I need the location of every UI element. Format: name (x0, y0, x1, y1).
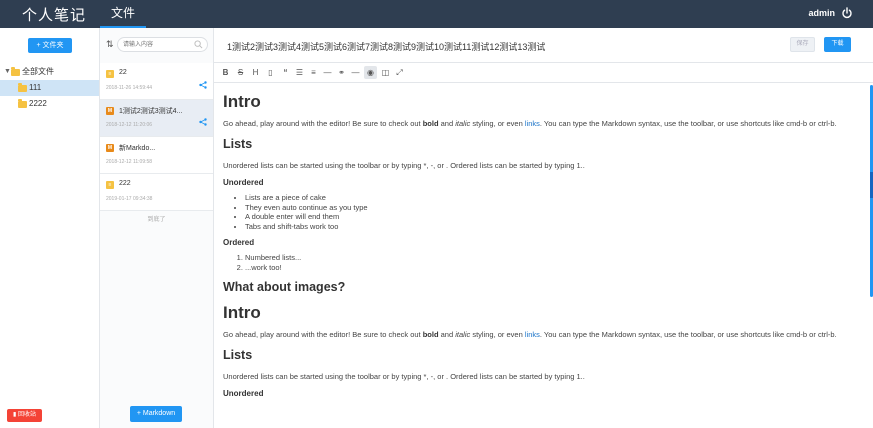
search-icon[interactable] (194, 40, 203, 49)
strikethrough-icon[interactable]: S (234, 66, 247, 79)
side-by-side-icon[interactable]: ◫ (379, 66, 392, 79)
fullscreen-icon[interactable]: ⤢ (393, 66, 406, 79)
markdown-preview[interactable]: Intro Go ahead, play around with the edi… (214, 84, 873, 428)
note-type-icon: ≡ (106, 70, 114, 78)
app-title: 个人笔记 (22, 7, 87, 24)
link-icon[interactable]: ⚭ (335, 66, 348, 79)
note-type-icon: ≡ (106, 181, 114, 189)
list-item: A double enter will end them (245, 212, 863, 222)
note-title-field[interactable]: 1测试2测试3测试4测试5测试6测试7测试8测试9测试10测试11测试12测试1… (227, 40, 545, 53)
caret-down-icon[interactable]: ▼ (4, 64, 11, 80)
unordered-list: Lists are a piece of cake They even auto… (245, 193, 863, 231)
note-title: 1测试2测试3测试4... (119, 108, 183, 115)
markdown-toolbar: B S H ▯ “ ☰ ≡ — ⚭ ― ◉ ◫ ⤢ (214, 63, 873, 83)
quote-icon[interactable]: “ (279, 66, 292, 79)
share-icon[interactable] (199, 118, 207, 126)
heading-lists: Lists (223, 348, 253, 362)
heading-lists: Lists (223, 137, 253, 151)
note-date: 2019-01-17 09:34:38 (106, 196, 153, 202)
heading-intro: Intro (223, 303, 261, 322)
new-folder-button[interactable]: + 文件夹 (28, 38, 72, 53)
new-markdown-button[interactable]: + Markdown (130, 406, 182, 422)
bold-icon[interactable]: B (219, 66, 232, 79)
heading-icon[interactable]: H (249, 66, 262, 79)
trash-button[interactable]: ▮ 回收站 (7, 409, 42, 422)
heading-unordered: Unordered (223, 178, 264, 187)
folder-sidebar: + 文件夹 ▼ 全部文件 111 2222 ▮ 回收站 (0, 28, 100, 428)
search-box[interactable] (117, 37, 208, 52)
tree-item-111[interactable]: 111 (0, 80, 99, 96)
list-end-text: 到底了 (147, 217, 166, 223)
note-title: 新Markdo... (119, 145, 156, 152)
share-icon[interactable] (199, 81, 207, 89)
folder-icon (18, 83, 27, 92)
tab-files[interactable]: 文件 (100, 0, 146, 28)
sort-icon[interactable]: ⇅ (106, 39, 114, 50)
save-button[interactable]: 保存 (790, 37, 815, 52)
code-icon[interactable]: ▯ (264, 66, 277, 79)
list-item: They even auto continue as you type (245, 203, 863, 213)
links-link[interactable]: links (525, 330, 540, 339)
lists-paragraph: Unordered lists can be started using the… (223, 161, 585, 170)
note-date: 2018-12-12 11:20:06 (106, 122, 153, 128)
list-item: Tabs and shift-tabs work too (245, 222, 863, 232)
divider-icon[interactable]: ― (349, 66, 362, 79)
ordered-list: Numbered lists... ...work too! (245, 253, 863, 272)
links-link[interactable]: links (525, 119, 540, 128)
folder-icon (18, 99, 27, 108)
editor-title-row: 1测试2测试3测试4测试5测试6测试7测试8测试9测试10测试11测试12测试1… (214, 28, 873, 63)
intro-paragraph: Go ahead, play around with the editor! B… (223, 119, 837, 128)
note-list-item[interactable]: ≡ 22 2018-11-26 14:59:44 (100, 63, 213, 100)
tree-item-label: 111 (29, 83, 42, 92)
heading-intro: Intro (223, 92, 261, 111)
unordered-list-icon[interactable]: ☰ (293, 66, 306, 79)
tree-item-2222[interactable]: 2222 (0, 96, 99, 112)
note-date: 2018-12-12 11:09:58 (106, 159, 153, 165)
username[interactable]: admin (808, 8, 835, 18)
folder-icon (11, 67, 20, 76)
list-item: Lists are a piece of cake (245, 193, 863, 203)
search-input[interactable] (123, 40, 193, 50)
heading-images: What about images? (223, 280, 346, 294)
power-icon[interactable] (841, 7, 853, 19)
note-date: 2018-11-26 14:59:44 (106, 85, 153, 91)
note-list-item[interactable]: M 新Markdo... 2018-12-12 11:09:58 (100, 137, 213, 174)
horizontal-rule-icon[interactable]: — (321, 66, 334, 79)
tree-item-label: 全部文件 (22, 67, 54, 76)
lists-paragraph: Unordered lists can be started using the… (223, 372, 585, 381)
preview-eye-icon[interactable]: ◉ (364, 66, 377, 79)
markdown-type-icon: M (106, 144, 114, 152)
note-list-item[interactable]: M 1测试2测试3测试4... 2018-12-12 11:20:06 (100, 100, 213, 137)
note-title: 222 (119, 180, 131, 187)
intro-paragraph: Go ahead, play around with the editor! B… (223, 330, 837, 339)
ordered-list-icon[interactable]: ≡ (307, 66, 320, 79)
list-item: ...work too! (245, 263, 863, 273)
note-title: 22 (119, 69, 127, 76)
tree-item-label: 2222 (29, 99, 47, 108)
trash-label: 回收站 (17, 412, 36, 418)
tree-item-all-files[interactable]: ▼ 全部文件 (0, 64, 99, 80)
note-list-panel: ⇅ ≡ 22 2018-11-26 14:59:44 M 1测试2测试3测试4.… (100, 28, 214, 428)
top-bar: 个人笔记 文件 admin (0, 0, 873, 28)
trash-icon: ▮ (13, 412, 17, 418)
download-button[interactable]: 下载 (824, 37, 851, 52)
markdown-type-icon: M (106, 107, 114, 115)
note-list-item[interactable]: ≡ 222 2019-01-17 09:34:38 (100, 174, 213, 211)
list-item: Numbered lists... (245, 253, 863, 263)
editor-panel: 1测试2测试3测试4测试5测试6测试7测试8测试9测试10测试11测试12测试1… (214, 28, 873, 428)
heading-unordered: Unordered (223, 389, 264, 398)
heading-ordered: Ordered (223, 238, 255, 247)
